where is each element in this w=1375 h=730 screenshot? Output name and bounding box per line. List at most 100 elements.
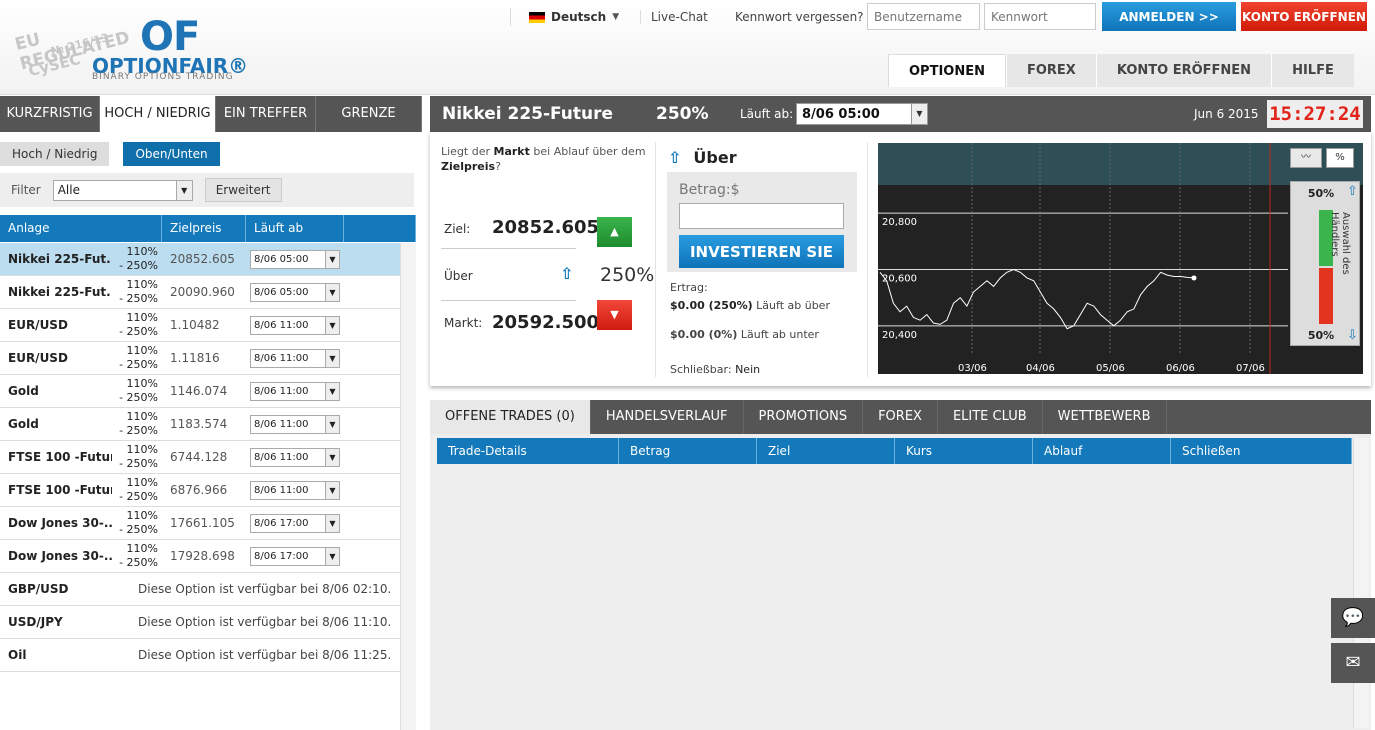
payout: 250%: [656, 104, 709, 124]
table-row[interactable]: Gold 110% - 250% 1146.074 8/06 11:00 ▼: [0, 375, 400, 408]
expiry-select[interactable]: 8/06 05:00 ▼: [796, 103, 928, 125]
payout-range: 110% - 250%: [119, 410, 158, 437]
col-schliessen[interactable]: Schließen: [1171, 438, 1352, 464]
live-chat-link[interactable]: Live-Chat: [640, 10, 708, 24]
expiry-select[interactable]: 8/06 11:00 ▼: [250, 348, 340, 368]
col-ziel[interactable]: Ziel: [757, 438, 895, 464]
tab-grenze[interactable]: GRENZE: [316, 96, 422, 132]
expiry-select[interactable]: 8/06 05:00 ▼: [250, 282, 340, 302]
target-price: 1.10482: [170, 318, 220, 332]
language-selector[interactable]: Deutsch ▼: [510, 8, 619, 26]
call-up-button[interactable]: ▲: [597, 217, 632, 247]
payout-range: 110% - 250%: [119, 542, 158, 569]
availability-note: Diese Option ist verfügbar bei 8/06 02:1…: [138, 582, 392, 596]
chevron-down-icon: ▼: [612, 12, 620, 22]
col-betrag[interactable]: Betrag: [619, 438, 757, 464]
col-kurs[interactable]: Kurs: [895, 438, 1033, 464]
expiry-select[interactable]: 8/06 17:00 ▼: [250, 546, 340, 566]
target-label: Ziel:: [444, 222, 471, 236]
asset-name: Nikkei 225-Fut...: [8, 285, 112, 299]
table-row[interactable]: FTSE 100 -Future 110%- 250% 6744.128 8/06 1…: [0, 441, 400, 474]
filter-select[interactable]: Alle ▼: [52, 179, 193, 201]
invest-button[interactable]: INVESTIEREN SIE: [679, 235, 844, 268]
username-input[interactable]: [867, 3, 980, 30]
nav-forex[interactable]: FOREX: [1005, 54, 1096, 87]
password-input[interactable]: [984, 3, 1096, 30]
chart-line-icon[interactable]: 〰: [1290, 148, 1322, 168]
arrow-up-icon: ⇧: [668, 148, 682, 167]
subtab-hoch-niedrig[interactable]: Hoch / Niedrig: [0, 142, 110, 166]
expiry-select[interactable]: 8/06 11:00 ▼: [250, 381, 340, 401]
german-flag-icon: [529, 11, 545, 23]
col-zielpreis[interactable]: Zielpreis: [162, 215, 246, 242]
put-down-button[interactable]: ▼: [597, 300, 632, 330]
tab-hoch-niedrig[interactable]: HOCH / NIEDRIG: [100, 96, 216, 132]
col-trade-details[interactable]: Trade-Details: [437, 438, 619, 464]
expiry-label: Läuft ab:: [740, 107, 794, 121]
open-trades-panel: Trade-Details Betrag Ziel Kurs Ablauf Sc…: [430, 434, 1371, 730]
asset-name: Dow Jones 30-...: [8, 549, 112, 563]
expiry-select[interactable]: 8/06 05:00 ▼: [250, 249, 340, 269]
arrow-down-icon: ▼: [610, 308, 619, 321]
table-row[interactable]: Gold 110% - 250% 1183.574 8/06 11:00 ▼: [0, 408, 400, 441]
chevron-down-icon: ▼: [325, 547, 339, 565]
tab-kurzfristig[interactable]: KURZFRISTIG: [0, 96, 100, 132]
asset-table-scrollbar[interactable]: [400, 243, 416, 730]
target-price: 1183.574: [170, 417, 228, 431]
target-value: 20852.605: [492, 217, 600, 238]
chevron-down-icon: ▼: [325, 415, 339, 433]
payout-range: 110% - 250%: [119, 509, 158, 536]
trade-question: Liegt der Markt bei Ablauf über dem Ziel…: [441, 145, 646, 173]
option-type-tabs: KURZFRISTIG HOCH / NIEDRIG EIN TREFFER G…: [0, 96, 422, 132]
tab-open-trades[interactable]: OFFENE TRADES (0): [430, 400, 591, 434]
chevron-down-icon: ▼: [325, 349, 339, 367]
table-row[interactable]: Dow Jones 30-... 110% - 250% 17661.105 8/06 …: [0, 507, 400, 540]
subtab-oben-unten[interactable]: Oben/Unten: [123, 142, 220, 166]
advanced-button[interactable]: Erweitert: [204, 178, 282, 202]
login-button[interactable]: ANMELDEN >>: [1102, 2, 1236, 31]
col-laeuft-ab[interactable]: Läuft ab: [246, 215, 344, 242]
table-row[interactable]: Nikkei 225-Fut... 110% - 250% 20090.960 8/06…: [0, 276, 400, 309]
table-row-unavailable[interactable]: GBP/USD Diese Option ist verfügbar bei 8/…: [0, 573, 400, 606]
expiry-select[interactable]: 8/06 11:00 ▼: [250, 414, 340, 434]
logo[interactable]: EU REGULATED № 216/13 CySEC OF OPTIONFAI…: [10, 6, 280, 86]
trades-scrollbar[interactable]: [1353, 438, 1369, 728]
open-account-button[interactable]: KONTO ERÖFFNEN: [1241, 2, 1367, 31]
target-price: 17928.698: [170, 549, 235, 563]
availability-note: Diese Option ist verfügbar bei 8/06 11:1…: [138, 615, 392, 629]
percent-toggle[interactable]: %: [1326, 148, 1354, 168]
nav-konto[interactable]: KONTO ERÖFFNEN: [1095, 54, 1272, 87]
forgot-password-link[interactable]: Kennwort vergessen?: [735, 10, 864, 24]
amount-input[interactable]: [679, 203, 844, 229]
tab-ein-treffer[interactable]: EIN TREFFER: [216, 96, 316, 132]
tab-history[interactable]: HANDELSVERLAUF: [591, 400, 744, 434]
chat-bubble-icon[interactable]: 💬: [1331, 598, 1375, 638]
x-tick-label: 05/06: [1096, 363, 1125, 374]
tab-elite-club[interactable]: ELITE CLUB: [938, 400, 1043, 434]
nav-hilfe[interactable]: HILFE: [1271, 54, 1354, 87]
table-row-unavailable[interactable]: Oil Diese Option ist verfügbar bei 8/06 1…: [0, 639, 400, 672]
expiry-select[interactable]: 8/06 11:00 ▼: [250, 447, 340, 467]
table-row[interactable]: Dow Jones 30-... 110% - 250% 17928.698 8/06 …: [0, 540, 400, 573]
col-ablauf[interactable]: Ablauf: [1033, 438, 1171, 464]
arrow-up-icon: ▲: [610, 225, 619, 238]
payout-range: 110% - 250%: [119, 311, 158, 338]
tab-promotions[interactable]: PROMOTIONS: [744, 400, 864, 434]
trades-table-header: Trade-Details Betrag Ziel Kurs Ablauf Sc…: [437, 438, 1352, 464]
tab-contest[interactable]: WETTBEWERB: [1043, 400, 1167, 434]
col-anlage[interactable]: Anlage: [0, 215, 162, 242]
tab-forex[interactable]: FOREX: [863, 400, 938, 434]
asset-name: USD/JPY: [8, 615, 63, 629]
table-row[interactable]: FTSE 100 -Future 110%- 250% 6876.966 8/06 1…: [0, 474, 400, 507]
filter-label: Filter: [11, 183, 41, 197]
return-over: Ertrag: $0.00 (250%) Läuft ab über: [670, 281, 830, 312]
expiry-select[interactable]: 8/06 17:00 ▼: [250, 513, 340, 533]
mail-icon[interactable]: ✉: [1331, 643, 1375, 683]
table-row-unavailable[interactable]: USD/JPY Diese Option ist verfügbar bei 8/…: [0, 606, 400, 639]
nav-optionen[interactable]: OPTIONEN: [888, 54, 1006, 87]
table-row[interactable]: EUR/USD 110% - 250% 1.10482 8/06 11:00 ▼: [0, 309, 400, 342]
table-row[interactable]: Nikkei 225-Fut... 110% - 250% 20852.605 8/06…: [0, 243, 400, 276]
table-row[interactable]: EUR/USD 110% - 250% 1.11816 8/06 11:00 ▼: [0, 342, 400, 375]
expiry-select[interactable]: 8/06 11:00 ▼: [250, 480, 340, 500]
expiry-select[interactable]: 8/06 11:00 ▼: [250, 315, 340, 335]
